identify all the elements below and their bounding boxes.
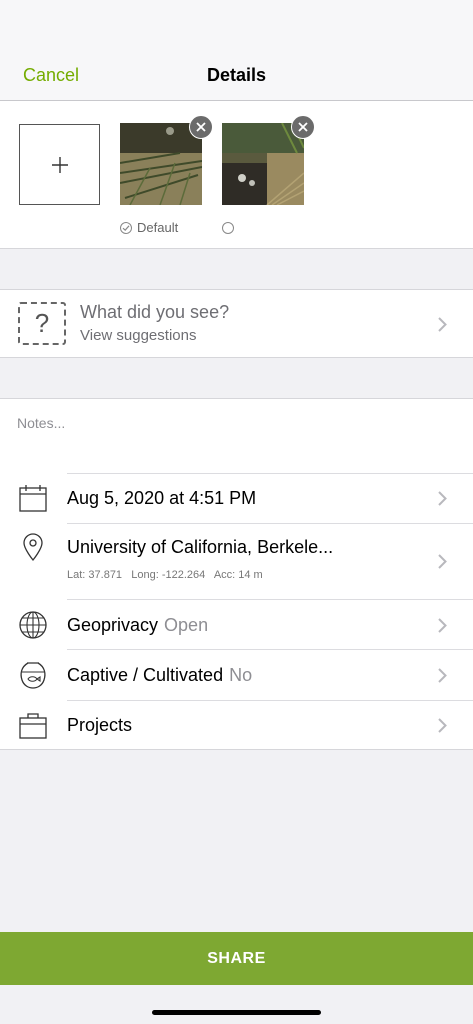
remove-photo-1-button[interactable]: [189, 115, 213, 139]
divider: [67, 473, 473, 474]
photo-image: [120, 123, 202, 205]
chevron-right-icon: [438, 554, 447, 569]
chevron-right-icon: [438, 491, 447, 506]
divider: [67, 700, 473, 701]
captive-row[interactable]: Captive / Cultivated No: [0, 649, 473, 700]
chevron-right-icon: [438, 668, 447, 683]
geoprivacy-row[interactable]: Geoprivacy Open: [0, 599, 473, 649]
photo-strip: Default: [0, 101, 473, 249]
close-icon: [196, 122, 206, 132]
captive-label: Captive / Cultivated No: [67, 665, 253, 685]
details-card: Notes... Aug 5, 2020 at 4:51 PM Universi…: [0, 398, 473, 750]
accuracy: Acc: 14 m: [213, 569, 263, 581]
divider: [67, 523, 473, 524]
globe-icon: [19, 611, 47, 639]
species-title: What did you see?: [80, 302, 230, 322]
geoprivacy-label: Geoprivacy Open: [67, 615, 209, 635]
location-label: University of California, Berkele...: [67, 537, 334, 557]
radio-selected[interactable]: [120, 221, 132, 234]
page-title: Details: [206, 65, 267, 85]
share-button[interactable]: SHARE: [0, 932, 473, 985]
briefcase-icon: [19, 713, 47, 739]
add-photo-button[interactable]: [19, 124, 100, 205]
divider: [67, 649, 473, 650]
geoprivacy-value: Open: [164, 615, 209, 635]
fishbowl-icon: [20, 662, 46, 689]
nav-bar: Cancel Details: [0, 0, 473, 101]
chevron-right-icon: [438, 317, 447, 332]
date-label: Aug 5, 2020 at 4:51 PM: [67, 488, 257, 508]
longitude: Long: -122.264: [131, 569, 206, 581]
remove-photo-2-button[interactable]: [291, 115, 315, 139]
chevron-right-icon: [438, 618, 447, 633]
home-indicator[interactable]: [152, 1010, 321, 1015]
close-icon: [298, 122, 308, 132]
photo-image: [222, 123, 304, 205]
species-picker[interactable]: ? What did you see? View suggestions: [0, 289, 473, 358]
date-row[interactable]: Aug 5, 2020 at 4:51 PM: [0, 473, 473, 523]
map-pin-icon: [23, 533, 43, 562]
projects-row[interactable]: Projects: [0, 700, 473, 750]
radio-unselected[interactable]: [222, 222, 234, 234]
photo-thumbnail-2[interactable]: [222, 123, 304, 205]
question-mark-icon: ?: [18, 302, 66, 345]
photo-thumbnail-1[interactable]: [120, 123, 202, 205]
checkmark-icon: [122, 224, 130, 231]
notes-field[interactable]: Notes...: [17, 415, 65, 431]
plus-icon: [51, 156, 68, 173]
captive-value: No: [229, 665, 253, 685]
default-label: Default: [137, 220, 179, 235]
latitude: Lat: 37.871: [67, 569, 123, 581]
default-photo-selector[interactable]: Default: [120, 220, 178, 235]
chevron-right-icon: [438, 718, 447, 733]
location-row[interactable]: University of California, Berkele... Lat…: [0, 523, 473, 599]
view-suggestions-link[interactable]: View suggestions: [80, 327, 196, 344]
calendar-icon: [19, 485, 47, 512]
location-coordinates: Lat: 37.871 Long: -122.264 Acc: 14 m: [67, 569, 263, 581]
projects-label: Projects: [67, 715, 133, 735]
divider: [67, 599, 473, 600]
